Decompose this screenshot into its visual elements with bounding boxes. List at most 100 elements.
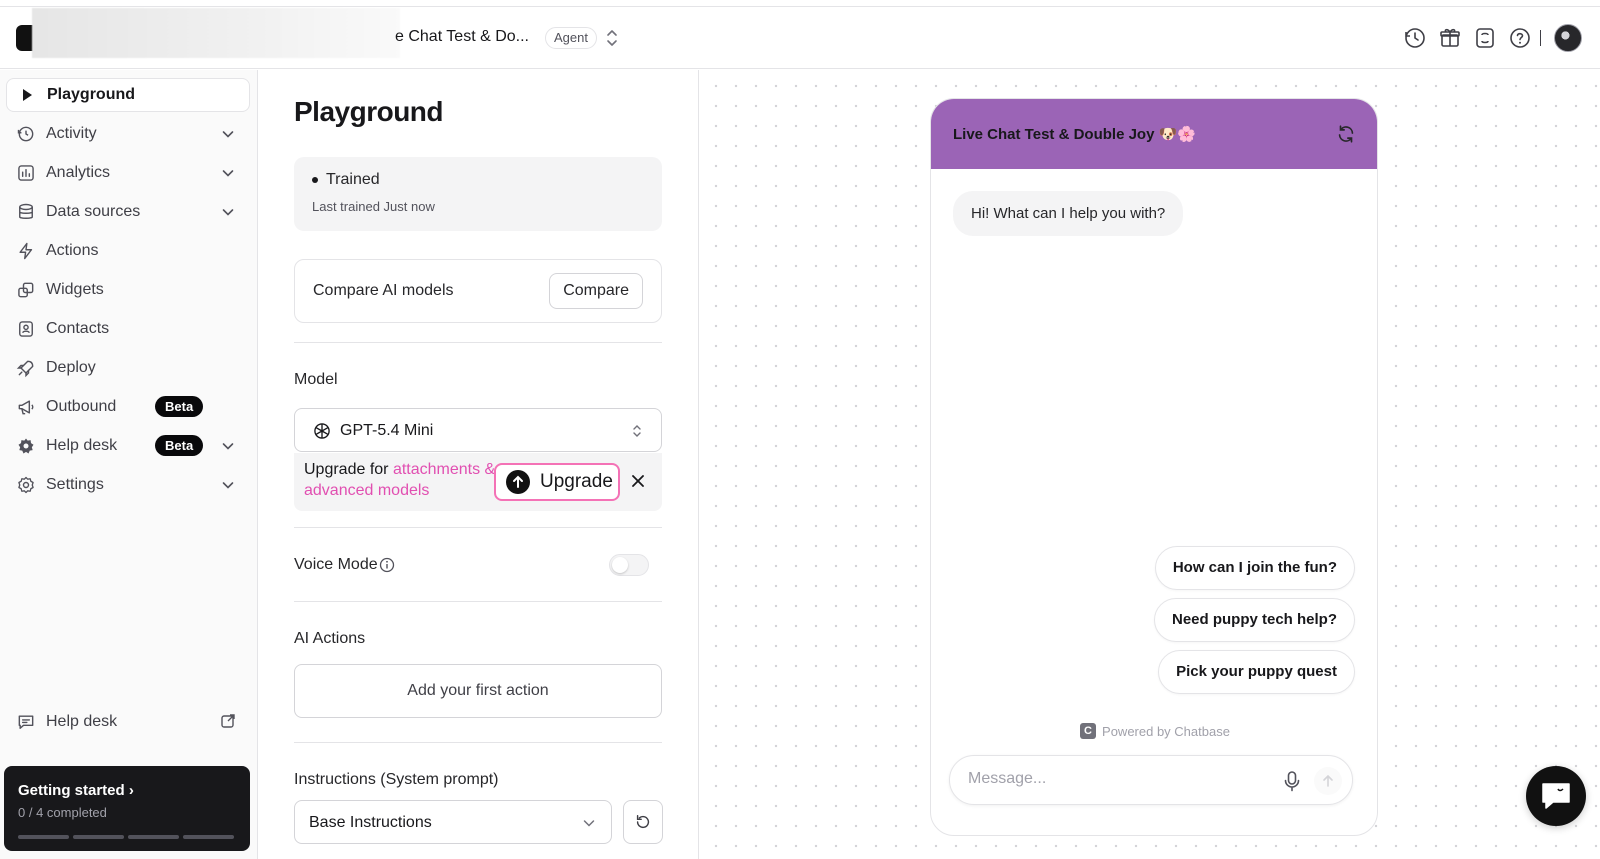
arrow-up-icon xyxy=(1323,774,1333,787)
chevron-down-icon xyxy=(222,209,234,216)
sidebar-item-label: Playground xyxy=(47,86,136,103)
sidebar-footer-help-desk[interactable]: Help desk xyxy=(6,705,250,739)
sidebar-item-label: Deploy xyxy=(46,359,96,376)
instructions-select[interactable]: Base Instructions xyxy=(294,800,612,844)
chevron-down-icon xyxy=(222,443,234,450)
bot-message: Hi! What can I help you with? xyxy=(953,191,1184,236)
upgrade-text: Upgrade for attachments & advanced model… xyxy=(304,461,496,499)
sidebar-item-deploy[interactable]: Deploy xyxy=(6,351,250,385)
compare-models-card: Compare AI models Compare xyxy=(294,259,662,323)
sidebar-item-analytics[interactable]: Analytics xyxy=(6,156,250,190)
sidebar-item-label: Widgets xyxy=(46,281,104,298)
divider xyxy=(294,742,662,743)
microphone-icon[interactable] xyxy=(1282,770,1302,792)
message-input-container xyxy=(949,755,1353,805)
close-icon[interactable] xyxy=(628,471,648,491)
agent-switcher-icon[interactable] xyxy=(605,28,619,48)
sidebar-item-contacts[interactable]: Contacts xyxy=(6,312,250,346)
getting-started-title: Getting started › xyxy=(18,782,134,799)
sidebar-item-label: Data sources xyxy=(46,203,141,220)
chat-launcher-button[interactable] xyxy=(1526,766,1586,826)
bolt-icon xyxy=(16,241,36,261)
sidebar-item-label: Analytics xyxy=(46,164,111,181)
sidebar-item-widgets[interactable]: Widgets xyxy=(6,273,250,307)
sidebar-item-label: Actions xyxy=(46,242,99,259)
refresh-icon[interactable] xyxy=(1335,123,1357,145)
sidebar: Playground Activity Analytics Data sourc… xyxy=(0,70,258,859)
divider xyxy=(294,342,662,343)
sidebar-item-label: Help desk xyxy=(46,713,118,730)
getting-started-progress: 0 / 4 completed xyxy=(18,805,107,820)
getting-started-progress-bar xyxy=(18,835,234,839)
history-icon[interactable] xyxy=(1403,26,1427,50)
chevron-down-icon xyxy=(222,482,234,489)
settings-icon xyxy=(16,475,36,495)
sidebar-item-label: Settings xyxy=(46,476,104,493)
megaphone-icon xyxy=(16,397,36,417)
header-separator xyxy=(1540,30,1541,46)
model-label: Model xyxy=(294,371,338,388)
playground-panel: Playground Trained Last trained Just now… xyxy=(259,70,699,859)
divider xyxy=(294,601,662,602)
last-trained-text: Last trained Just now xyxy=(312,199,435,214)
training-status: Trained xyxy=(326,171,380,188)
sidebar-item-activity[interactable]: Activity xyxy=(6,117,250,151)
gift-icon[interactable] xyxy=(1438,26,1462,50)
add-action-button[interactable]: Add your first action xyxy=(294,664,662,718)
openai-icon xyxy=(314,423,330,439)
widgets-icon xyxy=(16,280,36,300)
help-icon[interactable] xyxy=(1508,26,1532,50)
page-title: Playground xyxy=(294,96,444,127)
sidebar-item-label: Activity xyxy=(46,125,97,142)
sidebar-item-settings[interactable]: Settings xyxy=(6,468,250,502)
compare-button[interactable]: Compare xyxy=(549,273,643,309)
suggestion-chip[interactable]: Need puppy tech help? xyxy=(1153,598,1355,642)
changelog-icon[interactable] xyxy=(1473,26,1497,50)
chat-preview-area: Live Chat Test & Double Joy 🐶🌸 Hi! What … xyxy=(700,70,1600,859)
sidebar-item-playground[interactable]: Playground xyxy=(6,78,250,112)
suggestion-chip[interactable]: How can I join the fun? xyxy=(1154,546,1355,590)
voice-mode-toggle[interactable] xyxy=(609,554,649,576)
arrow-up-icon xyxy=(506,470,530,494)
sidebar-item-label: Outbound xyxy=(46,398,117,415)
beta-badge: Beta xyxy=(155,396,204,417)
sidebar-item-help-desk[interactable]: Help desk Beta xyxy=(6,429,250,463)
message-input[interactable] xyxy=(968,770,1268,788)
chat-widget: Live Chat Test & Double Joy 🐶🌸 Hi! What … xyxy=(930,98,1378,836)
sidebar-item-data-sources[interactable]: Data sources xyxy=(6,195,250,229)
model-value: GPT-5.4 Mini xyxy=(340,422,434,439)
sidebar-item-outbound[interactable]: Outbound Beta xyxy=(6,390,250,424)
chart-icon xyxy=(16,163,36,183)
chatbase-icon: C xyxy=(1080,723,1097,739)
compare-models-label: Compare AI models xyxy=(313,282,454,299)
agent-badge: Agent xyxy=(545,27,597,49)
chevron-down-icon xyxy=(583,820,595,827)
agent-title[interactable]: e Chat Test & Do... xyxy=(395,28,529,46)
voice-mode-label: Voice Mode xyxy=(294,556,378,573)
sidebar-item-actions[interactable]: Actions xyxy=(6,234,250,268)
model-select[interactable]: GPT-5.4 Mini xyxy=(294,408,662,452)
chat-bubble-icon xyxy=(1542,783,1570,809)
contacts-icon xyxy=(16,319,36,339)
sidebar-item-label: Help desk xyxy=(46,437,118,454)
chevron-down-icon xyxy=(222,170,234,177)
top-strip xyxy=(0,0,1600,7)
info-icon[interactable] xyxy=(379,557,395,573)
status-dot xyxy=(312,177,318,183)
sidebar-item-label: Contacts xyxy=(46,320,110,337)
suggestion-chip[interactable]: Pick your puppy quest xyxy=(1158,650,1355,694)
chevron-right-icon: › xyxy=(128,782,134,799)
send-button[interactable] xyxy=(1314,767,1342,795)
getting-started-card[interactable]: Getting started › 0 / 4 completed xyxy=(4,766,250,851)
instructions-label: Instructions (System prompt) xyxy=(294,771,499,788)
user-avatar[interactable] xyxy=(1554,24,1582,52)
top-header: e Chat Test & Do... Agent xyxy=(0,8,1600,69)
ai-actions-label: AI Actions xyxy=(294,630,366,647)
upgrade-button[interactable]: Upgrade xyxy=(494,463,620,501)
rocket-icon xyxy=(16,358,36,378)
divider xyxy=(294,527,662,528)
powered-by[interactable]: C Powered by Chatbase xyxy=(931,723,1377,739)
database-icon xyxy=(16,202,36,222)
reset-instructions-button[interactable] xyxy=(623,800,663,844)
external-link-icon xyxy=(221,714,235,728)
